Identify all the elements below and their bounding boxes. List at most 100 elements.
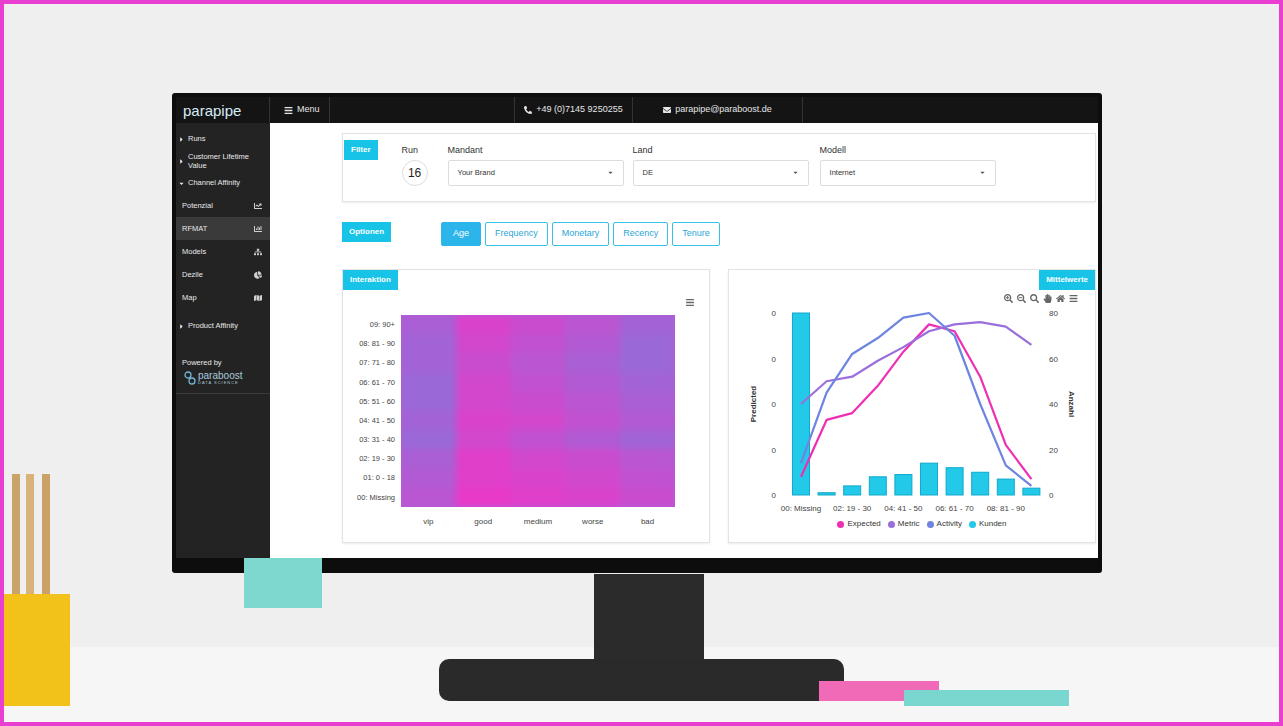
option-tab[interactable]: Recency	[613, 222, 668, 246]
sidebar-item[interactable]: RFMAT	[176, 217, 270, 240]
heatmap-cell[interactable]	[401, 353, 456, 372]
x-label: 06: 61 - 70	[935, 504, 974, 513]
heatmap-cell[interactable]	[456, 353, 511, 372]
series-line[interactable]	[801, 324, 1031, 479]
phone[interactable]: +49 (0)7145 9250255	[515, 97, 633, 123]
bar[interactable]	[1023, 488, 1040, 495]
select[interactable]: Your Brand	[448, 160, 624, 186]
option-tab[interactable]: Tenure	[672, 222, 720, 246]
legend-item[interactable]: Activity	[927, 518, 962, 530]
option-tab[interactable]: Age	[441, 222, 481, 246]
home-icon[interactable]	[1056, 294, 1065, 303]
heatmap-cell[interactable]	[511, 373, 566, 392]
heatmap-cell[interactable]	[565, 353, 620, 372]
sidebar-item[interactable]: Potenzial	[176, 194, 270, 217]
heatmap-cell[interactable]	[511, 430, 566, 449]
heatmap-cell[interactable]	[565, 334, 620, 353]
legend-item[interactable]: Expected	[837, 518, 880, 530]
heatmap-cell[interactable]	[620, 315, 675, 334]
bar[interactable]	[869, 477, 886, 495]
bar[interactable]	[844, 486, 861, 495]
heatmap-cell[interactable]	[620, 469, 675, 488]
heatmap-cell[interactable]	[565, 411, 620, 430]
menu-icon[interactable]	[1069, 294, 1078, 303]
phone-icon	[524, 106, 532, 114]
heatmap-cell[interactable]	[456, 392, 511, 411]
heatmap-cell[interactable]	[456, 315, 511, 334]
heatmap-cell[interactable]	[401, 488, 456, 507]
heatmap-cell[interactable]	[511, 411, 566, 430]
heatmap-cell[interactable]	[401, 373, 456, 392]
pan-icon[interactable]	[1043, 294, 1052, 303]
heatmap-cell[interactable]	[565, 449, 620, 468]
heatmap-cell[interactable]	[456, 411, 511, 430]
heatmap-cell[interactable]	[401, 392, 456, 411]
row-label: 00: Missing	[343, 488, 395, 507]
heatmap-cell[interactable]	[401, 430, 456, 449]
heatmap-cell[interactable]	[456, 373, 511, 392]
sidebar-item[interactable]: Map	[176, 286, 270, 309]
bar[interactable]	[997, 479, 1014, 495]
heatmap-cell[interactable]	[401, 449, 456, 468]
sidebar-item[interactable]: Models	[176, 240, 270, 263]
heatmap-cell[interactable]	[565, 430, 620, 449]
heatmap-cell[interactable]	[401, 334, 456, 353]
heatmap-cell[interactable]	[456, 334, 511, 353]
legend-item[interactable]: Kunden	[969, 518, 1007, 530]
sidebar-group[interactable]: Customer Lifetime Value	[176, 150, 270, 172]
logo[interactable]: parapipe	[176, 97, 270, 123]
chart-menu-icon[interactable]	[685, 298, 695, 307]
search-icon[interactable]	[1030, 294, 1039, 303]
zoom-in-icon[interactable]	[1004, 294, 1013, 303]
select[interactable]: Internet	[820, 160, 996, 186]
heatmap-cell[interactable]	[401, 315, 456, 334]
heatmap-cell[interactable]	[511, 334, 566, 353]
sidebar-group[interactable]: Channel Affinity	[176, 172, 270, 194]
email[interactable]: parapipe@paraboost.de	[633, 97, 803, 123]
bar[interactable]	[972, 472, 989, 495]
bar[interactable]	[946, 468, 963, 495]
heatmap-cell[interactable]	[620, 411, 675, 430]
heatmap-cell[interactable]	[401, 469, 456, 488]
sidebar-group[interactable]: Product Affinity	[176, 315, 270, 337]
heatmap-cell[interactable]	[620, 449, 675, 468]
menu-button[interactable]: Menu	[270, 97, 330, 123]
series-line[interactable]	[801, 322, 1031, 404]
right-tick: 60	[1049, 355, 1058, 364]
heatmap-cell[interactable]	[565, 392, 620, 411]
heatmap-cell[interactable]	[456, 469, 511, 488]
option-tab[interactable]: Monetary	[552, 222, 610, 246]
select-field: ModellInternet	[820, 144, 996, 186]
heatmap-cell[interactable]	[511, 449, 566, 468]
bar[interactable]	[818, 493, 835, 495]
heatmap-cell[interactable]	[511, 315, 566, 334]
heatmap-cell[interactable]	[620, 430, 675, 449]
heatmap-cell[interactable]	[620, 373, 675, 392]
heatmap-cell[interactable]	[620, 334, 675, 353]
heatmap-cell[interactable]	[565, 315, 620, 334]
legend-item[interactable]: Metric	[888, 518, 920, 530]
heatmap-cell[interactable]	[456, 430, 511, 449]
heatmap-cell[interactable]	[511, 469, 566, 488]
option-tab[interactable]: Frequency	[485, 222, 548, 246]
heatmap-cell[interactable]	[401, 411, 456, 430]
heatmap-cell[interactable]	[565, 373, 620, 392]
series-line[interactable]	[801, 313, 1031, 486]
heatmap-cell[interactable]	[456, 488, 511, 507]
heatmap-cell[interactable]	[565, 469, 620, 488]
heatmap-cell[interactable]	[511, 488, 566, 507]
sidebar-item[interactable]: Dezile	[176, 263, 270, 286]
run-value[interactable]: 16	[402, 160, 428, 186]
heatmap-cell[interactable]	[456, 449, 511, 468]
heatmap-cell[interactable]	[511, 392, 566, 411]
bar[interactable]	[921, 463, 938, 495]
zoom-out-icon[interactable]	[1017, 294, 1026, 303]
heatmap-cell[interactable]	[565, 488, 620, 507]
heatmap-cell[interactable]	[511, 353, 566, 372]
heatmap-cell[interactable]	[620, 353, 675, 372]
heatmap-cell[interactable]	[620, 488, 675, 507]
heatmap-cell[interactable]	[620, 392, 675, 411]
sidebar-group[interactable]: Runs	[176, 128, 270, 150]
bar[interactable]	[895, 475, 912, 495]
select[interactable]: DE	[633, 160, 809, 186]
